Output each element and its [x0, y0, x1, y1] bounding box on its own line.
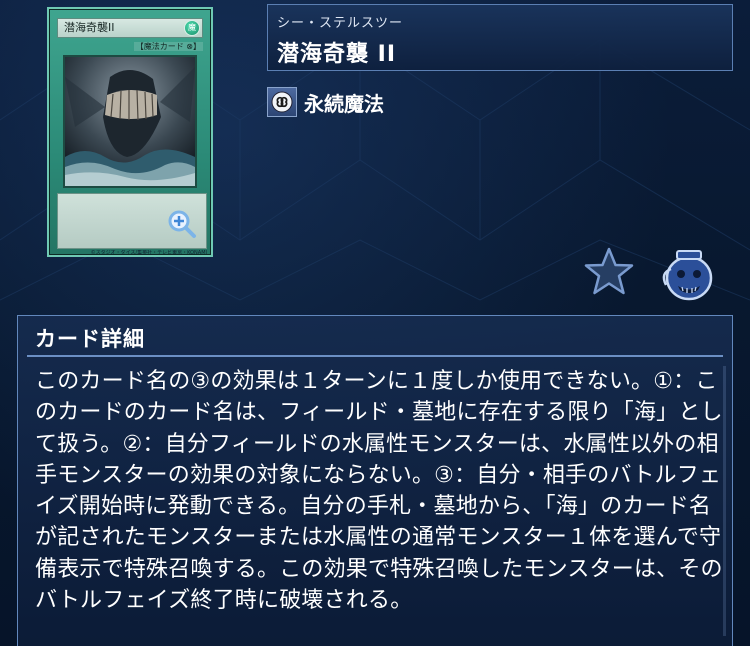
zoom-in-icon[interactable] — [167, 209, 197, 239]
card-name: 潜海奇襲 II — [277, 42, 397, 67]
card-artwork — [63, 55, 197, 188]
card-name-reading: シー・ステルスツー — [277, 16, 404, 31]
card-type-label: 永続魔法 — [304, 91, 384, 116]
continuous-spell-icon — [267, 87, 297, 117]
card-attribute-icon: 魔 — [184, 20, 200, 36]
submarine-artwork-icon — [65, 57, 195, 186]
card-detail-panel: カード詳細 このカード名の③の効果は１ターンに１度しか使用できない。①：このカー… — [17, 315, 733, 646]
card-name-panel: シー・ステルスツー 潜海奇襲 II — [267, 4, 733, 71]
card-copyright: ©スタジオ・ダイス/集英社・テレビ東京・KONAMI — [90, 250, 207, 256]
card-art-type: 【魔法カード ⊗】 — [57, 41, 203, 53]
divider — [27, 355, 723, 357]
pot-icon[interactable] — [658, 243, 718, 303]
card-art-type-text: 【魔法カード ⊗】 — [133, 42, 203, 51]
card-effect-text: このカード名の③の効果は１ターンに１度しか使用できない。①：このカードのカード名… — [35, 369, 723, 614]
card-art-name-text: 潜海奇襲II — [64, 21, 115, 34]
card-type-row: 永続魔法 — [267, 86, 384, 118]
card-art-name: 潜海奇襲II 魔 — [57, 18, 203, 38]
card-detail-title: カード詳細 — [35, 327, 145, 351]
card-image[interactable]: 潜海奇襲II 魔 【魔法カード ⊗】 ©スタジオ・ダイス/集英社・テレビ東京・K… — [47, 7, 213, 257]
scrollbar[interactable] — [723, 366, 726, 636]
star-icon[interactable] — [583, 246, 635, 298]
